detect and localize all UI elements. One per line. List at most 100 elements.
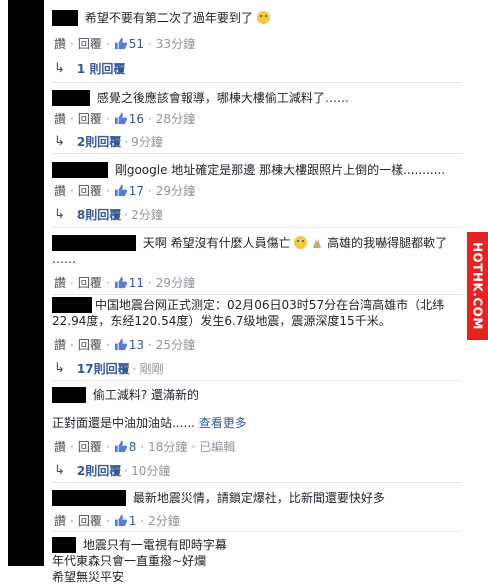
comment-8: 地震只有一電視有即時字幕 年代東森只會一直重撥~好爛 希望無災平安 bbox=[52, 537, 462, 585]
thumbs-up-icon bbox=[114, 184, 127, 197]
reply-link[interactable]: 回覆 bbox=[78, 35, 102, 52]
comment-7: 最新地震災情，請鎖定爆社，比新聞還要快好多 bbox=[52, 490, 462, 506]
comment-6: 偷工減料? 還滿新的 正對面還是中油加油站...... 查看更多 bbox=[52, 387, 462, 431]
commenter-name[interactable] bbox=[52, 235, 136, 251]
comment-5: 中国地震台网正式测定：02月06日03时57分在台湾高雄市（北纬22.94度，东… bbox=[52, 297, 462, 329]
thumbs-up-icon bbox=[114, 276, 127, 289]
thumbs-up-icon bbox=[114, 440, 127, 453]
replies-row[interactable]: ↳ 2則回覆 · 10分鐘 bbox=[54, 462, 170, 479]
reply-link[interactable]: 回覆 bbox=[78, 438, 102, 455]
comment-text-line: 年代東森只會一直重撥~好爛 bbox=[52, 553, 462, 569]
edited-label[interactable]: 已編輯 bbox=[199, 438, 235, 455]
reply-link[interactable]: 回覆 bbox=[78, 182, 102, 199]
like-link[interactable]: 讚 bbox=[54, 274, 66, 291]
watermark-text: HOTHK.COM bbox=[470, 242, 485, 330]
comment-actions: 讚 · 回覆 · 16 · 28分鐘 bbox=[54, 110, 196, 127]
reply-timestamp: 9分鐘 bbox=[131, 135, 163, 149]
smile-emoji-icon bbox=[256, 11, 270, 24]
thumbs-up-icon bbox=[114, 37, 127, 50]
comment-body: 剛google 地址確定是那邊 那棟大樓跟照片上倒的一樣........... bbox=[114, 163, 446, 177]
commenter-name[interactable] bbox=[52, 297, 92, 313]
like-count[interactable]: 8 bbox=[129, 440, 137, 454]
comment-text-line: 希望無災平安 bbox=[52, 569, 462, 585]
comment-text: 最新地震災情，請鎖定爆社，比新聞還要快好多 bbox=[52, 490, 462, 506]
timestamp[interactable]: 29分鐘 bbox=[156, 182, 195, 199]
comment-actions: 讚 · 回覆 · 11 · 29分鐘 bbox=[54, 274, 196, 291]
divider bbox=[52, 380, 462, 381]
comment-text: 偷工減料? 還滿新的 bbox=[52, 387, 462, 403]
replies-row[interactable]: ↳ 1 則回覆 bbox=[54, 60, 125, 77]
reply-arrow-icon: ↳ bbox=[54, 207, 65, 222]
commenter-name[interactable] bbox=[52, 490, 126, 506]
comment-text: 希望不要有第二次了過年要到了 bbox=[52, 10, 462, 26]
comment-body: 最新地震災情，請鎖定爆社，比新聞還要快好多 bbox=[132, 491, 385, 505]
comment-text: 地震只有一電視有即時字幕 bbox=[52, 537, 462, 553]
commenter-name[interactable] bbox=[52, 90, 90, 106]
like-count[interactable]: 11 bbox=[129, 276, 144, 290]
comment-text: 剛google 地址確定是那邊 那棟大樓跟照片上倒的一樣........... bbox=[52, 162, 462, 178]
comment-ellipsis: …… bbox=[52, 252, 76, 266]
commenter-name[interactable] bbox=[52, 162, 108, 178]
replies-row[interactable]: ↳ 8則回覆 · 2分鐘 bbox=[54, 206, 163, 223]
view-replies-link[interactable]: 2則回覆 bbox=[77, 133, 121, 150]
commenter-name[interactable] bbox=[52, 10, 78, 26]
view-replies-link[interactable]: 8則回覆 bbox=[77, 206, 121, 223]
see-more-link[interactable]: 查看更多 bbox=[199, 416, 247, 430]
comment-text-line: …… bbox=[52, 251, 462, 267]
comment-actions: 讚 · 回覆 · 1 · 2分鐘 bbox=[54, 512, 180, 529]
timestamp[interactable]: 28分鐘 bbox=[156, 110, 195, 127]
timestamp[interactable]: 33分鐘 bbox=[156, 35, 195, 52]
like-count[interactable]: 1 bbox=[129, 514, 137, 528]
like-link[interactable]: 讚 bbox=[54, 35, 66, 52]
thumbs-up-icon bbox=[114, 514, 127, 527]
reply-arrow-icon: ↳ bbox=[54, 61, 65, 76]
like-count[interactable]: 17 bbox=[129, 184, 144, 198]
reply-link[interactable]: 回覆 bbox=[78, 110, 102, 127]
comment-body: 中国地震台网正式测定：02月06日03时57分在台湾高雄市（北纬22.94度，东… bbox=[52, 298, 445, 328]
praying-hands-icon bbox=[313, 239, 322, 248]
reply-timestamp: 10分鐘 bbox=[131, 464, 171, 478]
view-replies-link[interactable]: 2則回覆 bbox=[77, 462, 121, 479]
timestamp[interactable]: 25分鐘 bbox=[156, 336, 195, 353]
comment-body-continued: 高雄的我嚇得腿都軟了 bbox=[327, 236, 448, 250]
replies-row[interactable]: ↳ 2則回覆 · 9分鐘 bbox=[54, 133, 163, 150]
comment-body: 偷工減料? 還滿新的 bbox=[92, 388, 200, 402]
thumbs-up-icon bbox=[114, 112, 127, 125]
comment-2: 感覺之後應該會報導，哪棟大樓偷工減料了…… bbox=[52, 90, 462, 106]
divider bbox=[52, 531, 462, 532]
divider bbox=[52, 153, 462, 154]
divider bbox=[52, 82, 462, 83]
comment-actions: 讚 · 回覆 · 13 · 25分鐘 bbox=[54, 336, 196, 353]
comment-body: 感覺之後應該會報導，哪棟大樓偷工減料了…… bbox=[96, 91, 349, 105]
like-link[interactable]: 讚 bbox=[54, 438, 66, 455]
timestamp[interactable]: 2分鐘 bbox=[148, 512, 180, 529]
comment-body-continued: 年代東森只會一直重撥~好爛 bbox=[52, 554, 207, 568]
crying-emoji-icon bbox=[294, 236, 308, 249]
view-replies-link[interactable]: 1 則回覆 bbox=[77, 60, 126, 77]
comment-text: 感覺之後應該會報導，哪棟大樓偷工減料了…… bbox=[52, 90, 462, 106]
like-link[interactable]: 讚 bbox=[54, 512, 66, 529]
like-count[interactable]: 13 bbox=[129, 338, 144, 352]
commenter-name[interactable] bbox=[52, 537, 76, 553]
like-link[interactable]: 讚 bbox=[54, 182, 66, 199]
like-link[interactable]: 讚 bbox=[54, 110, 66, 127]
reply-link[interactable]: 回覆 bbox=[78, 274, 102, 291]
replies-row[interactable]: ↳ 17則回覆 · 剛剛 bbox=[54, 360, 163, 377]
divider bbox=[52, 482, 462, 483]
comment-body: 天啊 希望沒有什麼人員傷亡 bbox=[142, 236, 291, 250]
like-link[interactable]: 讚 bbox=[54, 336, 66, 353]
commenter-name[interactable] bbox=[52, 387, 86, 403]
comment-4: 天啊 希望沒有什麼人員傷亡 高雄的我嚇得腿都軟了 …… bbox=[52, 235, 462, 267]
reply-link[interactable]: 回覆 bbox=[78, 512, 102, 529]
reply-link[interactable]: 回覆 bbox=[78, 336, 102, 353]
comment-text: 中国地震台网正式测定：02月06日03时57分在台湾高雄市（北纬22.94度，东… bbox=[52, 297, 462, 329]
like-count[interactable]: 16 bbox=[129, 112, 144, 126]
timestamp[interactable]: 29分鐘 bbox=[156, 274, 195, 291]
divider bbox=[52, 227, 462, 228]
comment-1: 希望不要有第二次了過年要到了 bbox=[52, 10, 462, 26]
comment-actions: 讚 · 回覆 · 17 · 29分鐘 bbox=[54, 182, 196, 199]
divider bbox=[52, 294, 462, 295]
view-replies-link[interactable]: 17則回覆 bbox=[77, 360, 130, 377]
like-count[interactable]: 51 bbox=[129, 37, 144, 51]
timestamp[interactable]: 18分鐘 bbox=[148, 438, 187, 455]
